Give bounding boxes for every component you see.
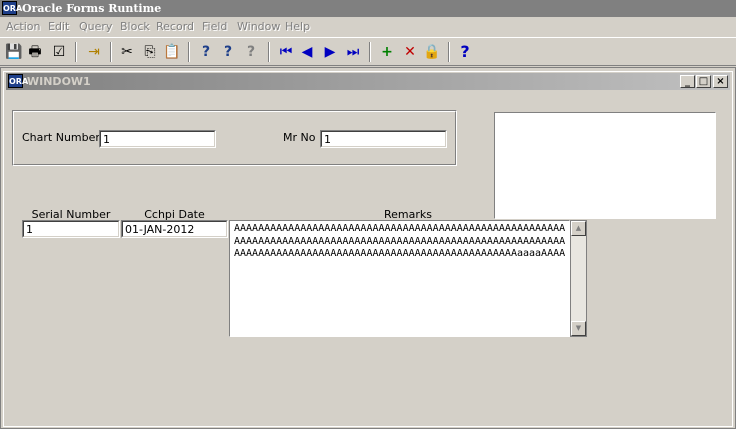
toolbar-separator	[268, 42, 270, 62]
menu-action[interactable]: Action	[6, 20, 40, 33]
chart-number-value: 1	[100, 131, 215, 147]
toolbar-separator	[369, 42, 371, 62]
oracle-app-icon[interactable]: ORA	[2, 1, 22, 15]
image-item[interactable]	[494, 112, 716, 219]
menu-help[interactable]: Help	[285, 20, 310, 33]
help-icon[interactable]: ?	[455, 42, 475, 62]
print-icon[interactable]: 🖶	[25, 42, 45, 62]
chart-number-field[interactable]: 1	[99, 130, 216, 148]
menu-field[interactable]: Field	[202, 20, 227, 33]
toolbar-separator	[448, 42, 450, 62]
next-block-icon[interactable]: ⏭	[343, 42, 363, 62]
previous-block-icon[interactable]: ⏮	[276, 42, 296, 62]
previous-record-icon[interactable]: ◀	[297, 42, 317, 62]
toolbar-separator	[188, 42, 190, 62]
menu-bar: Action Edit Query Block Record Field Win…	[0, 17, 736, 36]
serial-number-field[interactable]: 1	[22, 220, 120, 238]
toolbar-separator	[110, 42, 112, 62]
exit-icon[interactable]: ⇥	[84, 42, 104, 62]
close-form-icon[interactable]: ☑	[49, 42, 69, 62]
execute-query-icon[interactable]: ?	[218, 42, 238, 62]
insert-record-icon[interactable]: +	[377, 42, 397, 62]
mr-no-value: 1	[321, 131, 446, 147]
paste-icon[interactable]: 📋	[162, 42, 182, 62]
maximize-button[interactable]: □	[696, 75, 711, 88]
minimize-button[interactable]: _	[680, 75, 695, 88]
app-title-bar: ORA Oracle Forms Runtime	[0, 0, 736, 17]
cchpi-date-field[interactable]: 01-JAN-2012	[121, 220, 228, 238]
cchpi-date-value: 01-JAN-2012	[122, 221, 227, 237]
next-record-icon[interactable]: ▶	[320, 42, 340, 62]
menu-window[interactable]: Window	[237, 20, 280, 33]
mr-no-label: Mr No	[283, 131, 316, 144]
toolbar: 💾 🖶 ☑ ⇥ ✂ ⎘ 📋 ? ? ? ⏮ ◀ ▶ ⏭ + ✕ 🔒 ?	[0, 37, 736, 66]
remarks-scrollbar[interactable]: ▲ ▼	[570, 220, 587, 337]
close-button[interactable]: ×	[713, 75, 728, 88]
copy-icon[interactable]: ⎘	[140, 42, 160, 62]
scroll-up-button[interactable]: ▲	[571, 221, 586, 236]
lock-record-icon[interactable]: 🔒	[422, 42, 442, 62]
remarks-value: AAAAAAAAAAAAAAAAAAAAAAAAAAAAAAAAAAAAAAAA…	[234, 223, 566, 259]
window-icon[interactable]: ORA	[8, 74, 28, 88]
scroll-down-button[interactable]: ▼	[571, 321, 586, 336]
cut-icon[interactable]: ✂	[117, 42, 137, 62]
delete-record-icon[interactable]: ✕	[400, 42, 420, 62]
menu-edit[interactable]: Edit	[48, 20, 69, 33]
menu-query[interactable]: Query	[79, 20, 112, 33]
remarks-textarea[interactable]: AAAAAAAAAAAAAAAAAAAAAAAAAAAAAAAAAAAAAAAA…	[229, 220, 570, 337]
menu-record[interactable]: Record	[156, 20, 194, 33]
menu-block[interactable]: Block	[120, 20, 150, 33]
app-title: Oracle Forms Runtime	[22, 2, 162, 15]
enter-query-icon[interactable]: ?	[196, 42, 216, 62]
save-icon[interactable]: 💾	[4, 42, 24, 62]
window-title: WINDOW1	[27, 75, 91, 88]
mr-no-field[interactable]: 1	[320, 130, 447, 148]
toolbar-separator	[75, 42, 77, 62]
serial-number-value: 1	[23, 221, 119, 237]
window-title-bar[interactable]: ORA WINDOW1 _ □ ×	[6, 73, 730, 90]
chart-number-label: Chart Number	[22, 131, 100, 144]
cancel-query-icon[interactable]: ?	[241, 42, 261, 62]
